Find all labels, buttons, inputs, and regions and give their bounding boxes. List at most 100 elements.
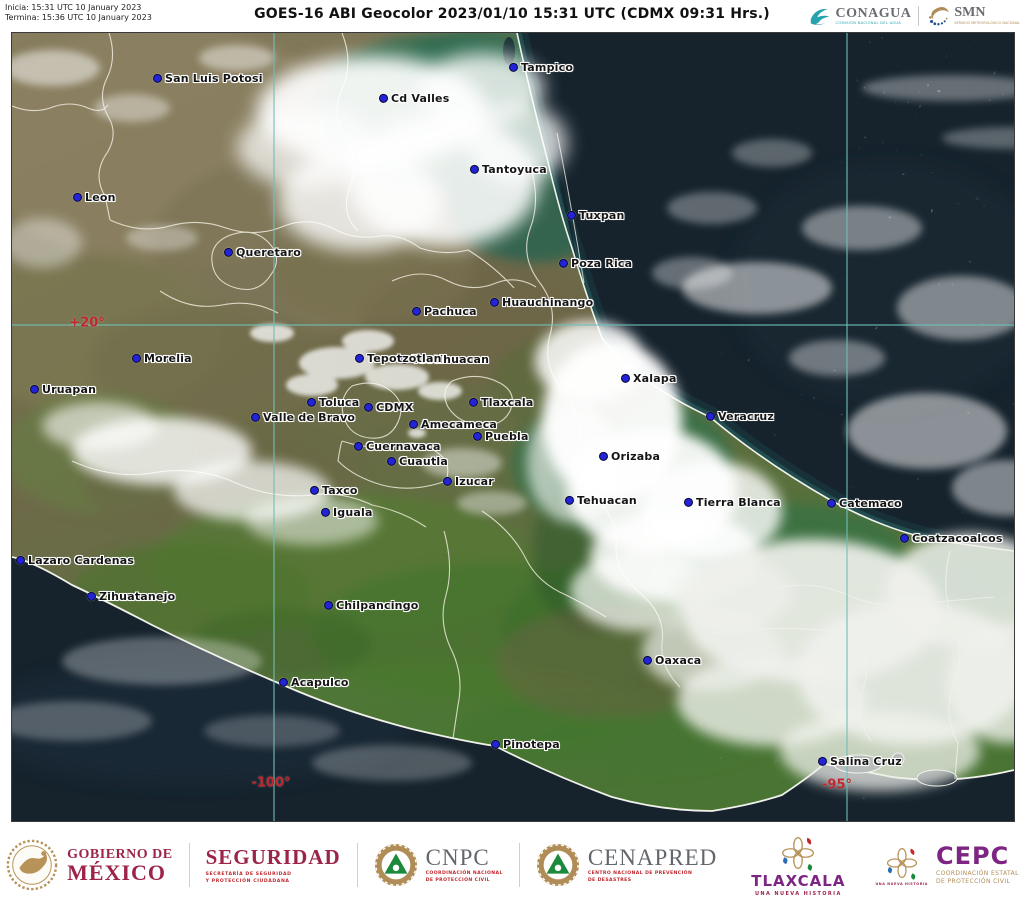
city-label: Cuautla xyxy=(399,455,448,468)
city-dot-icon xyxy=(412,307,421,316)
smn-spiral-icon xyxy=(926,5,950,27)
city-marker-tuxpan: Tuxpan xyxy=(567,209,625,222)
tlaxcala-subtitle: UNA NUEVA HISTORIA xyxy=(755,892,842,897)
city-marker-pinotepa: Pinotepa xyxy=(491,738,560,751)
page: Inicia: 15:31 UTC 10 January 2023 Termin… xyxy=(0,0,1024,908)
city-marker-pachuca: Pachuca xyxy=(412,305,477,318)
city-label: Xalapa xyxy=(633,372,677,385)
city-label: Salina Cruz xyxy=(830,755,902,768)
smn-subtitle: SERVICIO METEOROLÓGICO NACIONAL xyxy=(954,21,1020,25)
city-marker-tantoyuca: Tantoyuca xyxy=(470,163,547,176)
logo-seguridad: SEGURIDAD SECRETARÍA DE SEGURIDAD Y PROT… xyxy=(206,845,341,886)
cenapred-sub1: CENTRO NACIONAL DE PREVENCIÓN xyxy=(588,871,717,878)
city-label: Leon xyxy=(85,191,116,204)
city-dot-icon xyxy=(818,757,827,766)
city-label: Morelia xyxy=(144,352,192,365)
city-dot-icon xyxy=(30,385,39,394)
city-dot-icon xyxy=(643,656,652,665)
city-label: Queretaro xyxy=(236,246,301,259)
city-dot-icon xyxy=(684,498,693,507)
city-dot-icon xyxy=(279,678,288,687)
cenapred-sub2: DE DESASTRES xyxy=(588,878,717,885)
city-label: Tlaxcala xyxy=(481,396,534,409)
logo-cenapred: CENAPRED CENTRO NACIONAL DE PREVENCIÓN D… xyxy=(536,843,717,887)
cepc-title: CEPC xyxy=(936,844,1019,868)
city-label: Tierra Blanca xyxy=(696,496,781,509)
city-label: Acapulco xyxy=(291,676,349,689)
conagua-logo: CONAGUA COMISIÓN NACIONAL DEL AGUA xyxy=(808,6,912,27)
city-label: Izucar xyxy=(455,475,494,488)
city-dot-icon xyxy=(599,452,608,461)
city-marker-lazaro-cardenas: Lazaro Cardenas xyxy=(16,554,134,567)
seguridad-sub1: SECRETARÍA DE SEGURIDAD xyxy=(206,872,341,879)
city-marker-toluca: Toluca xyxy=(307,396,359,409)
city-dot-icon xyxy=(355,354,364,363)
city-label: Uruapan xyxy=(42,383,96,396)
city-marker-poza-rica: Poza Rica xyxy=(559,257,632,270)
city-marker-xalapa: Xalapa xyxy=(621,372,677,385)
city-dot-icon xyxy=(559,259,568,268)
cepc-flower-subtitle: UNA NUEVA HISTORIA xyxy=(875,882,928,886)
city-label: Tepotzotlan xyxy=(367,352,442,365)
smn-logo: SMN SERVICIO METEOROLÓGICO NACIONAL xyxy=(926,5,1020,27)
city-dot-icon xyxy=(473,432,482,441)
city-dot-icon xyxy=(567,211,576,220)
city-label: Catemaco xyxy=(839,497,902,510)
city-marker-uruapan: Uruapan xyxy=(30,383,96,396)
city-label: Chilpancingo xyxy=(336,599,419,612)
city-marker-cuernavaca: Cuernavaca xyxy=(354,440,441,453)
city-label: Poza Rica xyxy=(571,257,632,270)
city-dot-icon xyxy=(621,374,630,383)
city-marker-veracruz: Veracruz xyxy=(706,410,774,423)
city-dot-icon xyxy=(491,740,500,749)
header: Inicia: 15:31 UTC 10 January 2023 Termin… xyxy=(0,0,1024,32)
city-label: San Luis Potosi xyxy=(165,72,263,85)
city-dot-icon xyxy=(73,193,82,202)
city-label: Tuxpan xyxy=(579,209,625,222)
city-dot-icon xyxy=(251,413,260,422)
city-dot-icon xyxy=(224,248,233,257)
city-label: Veracruz xyxy=(718,410,774,423)
city-dot-icon xyxy=(324,601,333,610)
cepc-sub2: DE PROTECCIÓN CIVIL xyxy=(936,878,1019,886)
city-label: Pachuca xyxy=(424,305,477,318)
city-dot-icon xyxy=(443,477,452,486)
city-dot-icon xyxy=(307,398,316,407)
city-marker-tierra-blanca: Tierra Blanca xyxy=(684,496,781,509)
city-marker-orizaba: Orizaba xyxy=(599,450,660,463)
cnpc-title: CNPC xyxy=(426,846,503,869)
city-label: Pinotepa xyxy=(503,738,560,751)
cepc-sub1: COORDINACIÓN ESTATAL xyxy=(936,870,1019,878)
city-marker-acapulco: Acapulco xyxy=(279,676,349,689)
city-marker-izucar: Izucar xyxy=(443,475,494,488)
city-label: Puebla xyxy=(485,430,529,443)
city-label: Oaxaca xyxy=(655,654,701,667)
city-marker-valle-de-bravo: Valle de Bravo xyxy=(251,411,355,424)
city-dot-icon xyxy=(16,556,25,565)
city-label: Toluca xyxy=(319,396,359,409)
cepc-flower-icon xyxy=(886,845,918,881)
logo-cepc: UNA NUEVA HISTORIA CEPC COORDINACIÓN EST… xyxy=(875,844,1018,887)
cnpc-sub1: COORDINACIÓN NACIONAL xyxy=(426,871,503,878)
city-marker-huauchinango: Huauchinango xyxy=(490,296,593,309)
city-marker-tampico: Tampico xyxy=(509,61,573,74)
footer-divider xyxy=(189,843,190,887)
city-dot-icon xyxy=(470,165,479,174)
city-label: Taxco xyxy=(322,484,358,497)
city-labels-layer: San Luis PotosiCd VallesTampicoTantoyuca… xyxy=(12,33,1014,821)
city-dot-icon xyxy=(354,442,363,451)
mexico-eagle-icon xyxy=(5,838,59,892)
city-marker-iguala: Iguala xyxy=(321,506,373,519)
cnpc-sub2: DE PROTECCIÓN CIVIL xyxy=(426,878,503,885)
city-marker-tehuacan: Tehuacan xyxy=(565,494,637,507)
city-dot-icon xyxy=(379,94,388,103)
city-marker-san-luis-potosi: San Luis Potosi xyxy=(153,72,263,85)
tlaxcala-title: TLAXCALA xyxy=(751,874,845,889)
city-label: Tehuacan xyxy=(577,494,637,507)
satellite-map: +20°-100°-95° San Luis PotosiCd VallesTa… xyxy=(11,32,1015,822)
city-marker-cdmx: CDMX xyxy=(364,401,413,414)
city-dot-icon xyxy=(565,496,574,505)
gobierno-line2: MÉXICO xyxy=(67,863,172,883)
logo-gobierno-mexico: GOBIERNO DE MÉXICO xyxy=(5,838,172,892)
city-dot-icon xyxy=(490,298,499,307)
